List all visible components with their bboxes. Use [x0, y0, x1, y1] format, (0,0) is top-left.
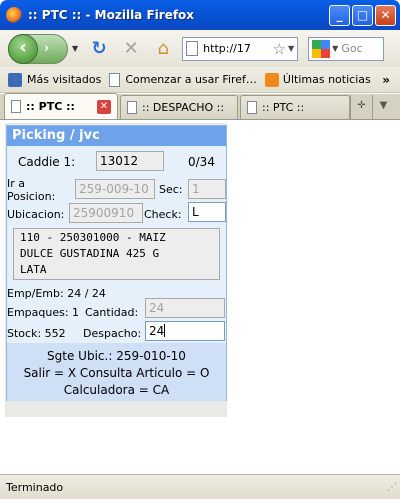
history-dropdown-icon[interactable]: ▼ [72, 44, 78, 53]
help-line-2: Calculadora = CA [63, 383, 170, 397]
cantidad-field: 24 [145, 298, 225, 318]
bookmark-label: Más visitados [27, 73, 102, 86]
page-content: Picking / jvc Caddie 1: 13012 0/34 Ir a … [0, 121, 400, 473]
picking-form: Picking / jvc Caddie 1: 13012 0/34 Ir a … [6, 125, 227, 401]
resize-grip-icon[interactable]: ⋰ [387, 482, 397, 493]
tab-close-icon[interactable]: ✕ [97, 99, 111, 114]
tab-scroll-icon[interactable]: ✛ [350, 95, 372, 119]
bookmark-getting-started[interactable]: Comenzar a usar Firef… [109, 72, 257, 87]
bookmark-label: Últimas noticias [282, 73, 371, 86]
page-icon [11, 100, 21, 113]
posicion-label: Posicion: [7, 190, 56, 203]
picking-app: Picking / jvc Caddie 1: 13012 0/34 Ir a … [5, 123, 227, 417]
stop-icon[interactable]: ✕ [120, 38, 142, 60]
tab-ptc[interactable]: :: PTC :: [240, 95, 350, 119]
status-text: Terminado [6, 480, 64, 494]
tab-strip: :: PTC :: ✕ :: DESPACHO :: :: PTC :: ✛ ▼ [0, 93, 400, 120]
text-cursor [164, 324, 166, 337]
despacho-value: 24 [149, 324, 165, 338]
check-label: Check: [144, 208, 182, 221]
ubicacion-field: 25900910 [69, 203, 143, 223]
info-band: Sgte Ubic.: 259-010-10 Salir = X Consult… [7, 343, 226, 401]
bookmark-folder-icon [8, 72, 22, 87]
reload-icon[interactable]: ↻ [88, 38, 110, 60]
forward-button[interactable]: › [44, 41, 49, 56]
sec-label: Sec: [159, 183, 183, 196]
search-input[interactable]: Goc [341, 42, 362, 55]
article-description: 110 - 250301000 - MAIZ DULCE GUSTADINA 4… [13, 228, 220, 280]
check-input[interactable]: L [188, 202, 226, 222]
despacho-label: Despacho: [83, 327, 142, 340]
next-location: Sgte Ubic.: 259-010-10 [47, 349, 186, 363]
emp-emb-text: Emp/Emb: 24 / 24 [7, 287, 106, 300]
back-button[interactable]: ‹ [8, 33, 38, 64]
tab-label: :: PTC :: [26, 100, 75, 113]
caddie-label: Caddie 1: [18, 155, 76, 169]
bookmark-star-icon[interactable]: ☆ [273, 40, 286, 58]
tab-label: :: DESPACHO :: [142, 101, 225, 114]
search-bar[interactable]: ▼ Goc [308, 36, 385, 61]
maximize-button[interactable]: □ [352, 4, 373, 26]
rss-icon [264, 72, 279, 87]
page-icon [247, 101, 257, 114]
tab-despacho[interactable]: :: DESPACHO :: [120, 95, 238, 119]
window-titlebar: :: PTC :: - Mozilla Firefox _ □ ✕ [0, 0, 400, 30]
bookmark-most-visited[interactable]: Más visitados [8, 72, 102, 87]
bookmarks-overflow-button[interactable]: » [382, 73, 390, 87]
back-forward-group: ‹ › [8, 33, 68, 64]
close-button[interactable]: ✕ [375, 4, 396, 26]
url-text[interactable]: http://17 [203, 42, 272, 55]
url-dropdown-icon[interactable]: ▼ [288, 44, 294, 53]
page-icon [186, 41, 199, 56]
tab-ptc-active[interactable]: :: PTC :: ✕ [4, 93, 118, 119]
search-engine-dropdown-icon[interactable]: ▼ [332, 44, 338, 53]
navigation-toolbar: ‹ › ▼ ↻ ✕ ⌂ http://17 ☆ ▼ ▼ Goc [0, 30, 400, 67]
cantidad-label: Cantidad: [85, 306, 139, 319]
posicion-field: 259-009-10 [75, 179, 155, 199]
window-title: :: PTC :: - Mozilla Firefox [28, 8, 195, 22]
tab-list-dropdown-icon[interactable]: ▼ [372, 95, 394, 119]
tab-label: :: PTC :: [262, 101, 305, 114]
bookmarks-toolbar: Más visitados Comenzar a usar Firef… Últ… [0, 67, 400, 93]
google-icon[interactable] [312, 39, 331, 58]
despacho-input[interactable]: 24 [145, 321, 225, 341]
home-icon[interactable]: ⌂ [152, 38, 174, 60]
ir-a-label: Ir a [7, 177, 26, 190]
app-title: Picking / jvc [7, 126, 226, 146]
caddie-field: 13012 [96, 151, 164, 171]
status-bar: Terminado ⋰ [0, 474, 400, 499]
sec-field: 1 [188, 179, 226, 199]
ubicacion-label: Ubicacion: [7, 208, 65, 221]
firefox-icon [6, 7, 22, 23]
url-bar[interactable]: http://17 ☆ ▼ [182, 36, 299, 61]
minimize-button[interactable]: _ [329, 4, 350, 26]
empaques-label: Empaques: 1 [7, 306, 80, 319]
stock-label: Stock: 552 [7, 327, 66, 340]
page-icon [127, 101, 137, 114]
bookmark-label: Comenzar a usar Firef… [125, 73, 257, 86]
bookmark-latest-news[interactable]: Últimas noticias [264, 72, 371, 87]
help-line-1: Salir = X Consulta Articulo = O [23, 366, 210, 380]
picking-counter: 0/34 [188, 155, 215, 169]
page-icon [109, 72, 121, 87]
